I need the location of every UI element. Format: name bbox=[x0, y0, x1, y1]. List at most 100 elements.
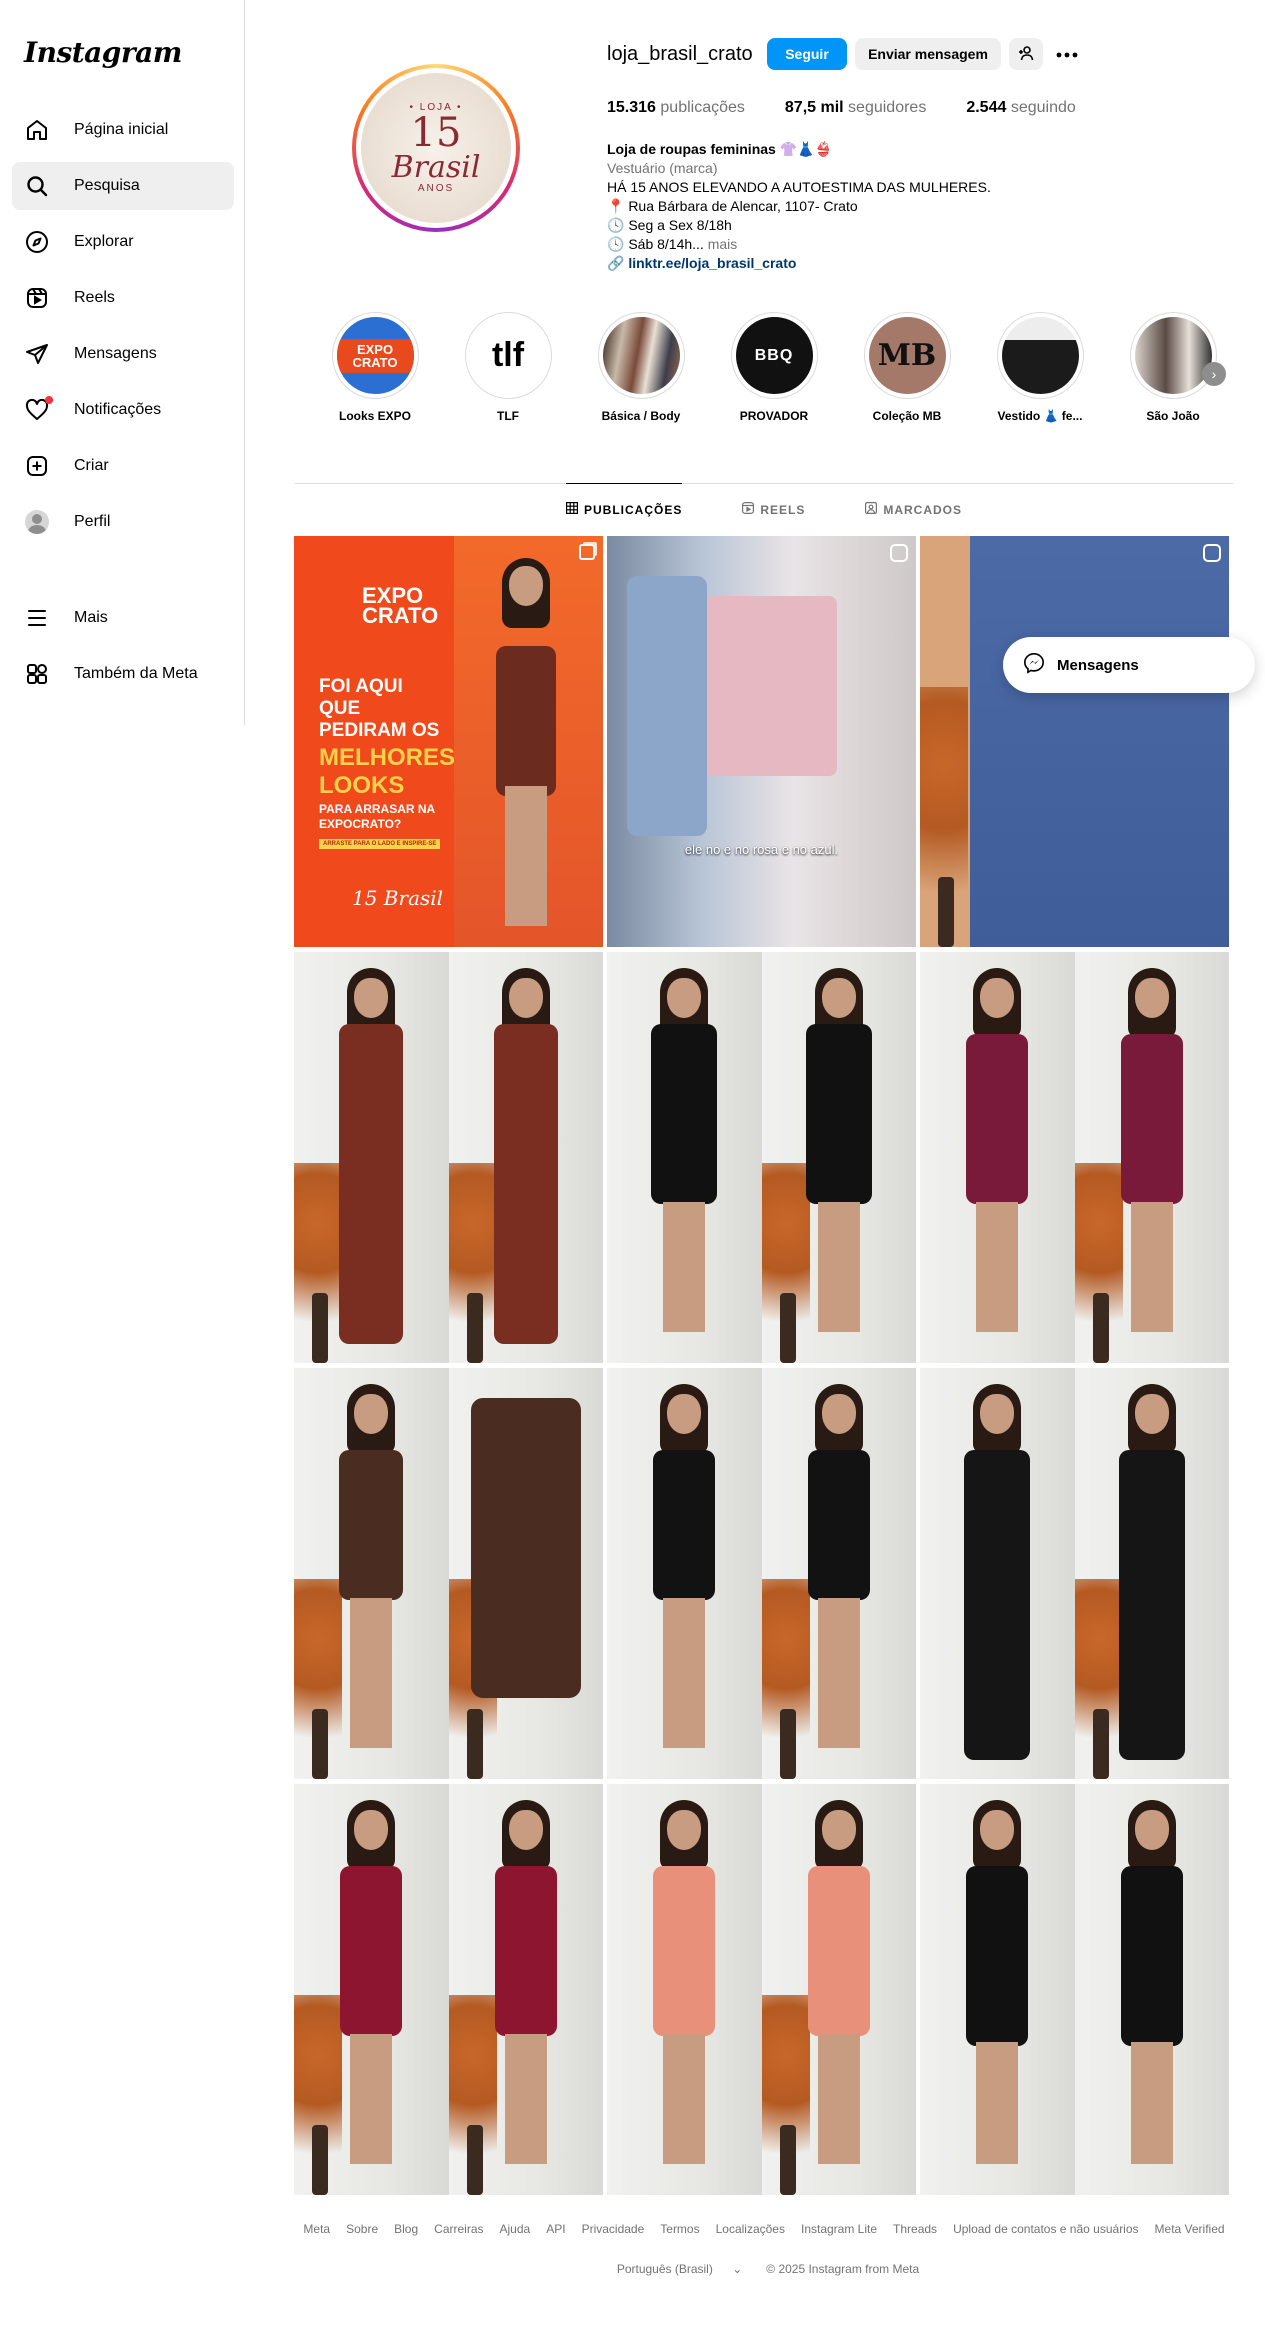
footer-link[interactable]: Instagram Lite bbox=[801, 2222, 877, 2236]
highlight-provador[interactable]: BBQ PROVADOR bbox=[729, 312, 819, 423]
sidebar-item-also-from-meta[interactable]: Também da Meta bbox=[12, 650, 234, 698]
more-horizontal-icon bbox=[1056, 45, 1078, 63]
post-tile[interactable] bbox=[920, 952, 1229, 1363]
bio-line: HÁ 15 ANOS ELEVANDO A AUTOESTIMA DAS MUL… bbox=[607, 179, 991, 195]
post-tile[interactable] bbox=[294, 1784, 603, 2195]
post-tile[interactable]: ele no e no rosa e no azul. bbox=[607, 536, 916, 947]
outfit bbox=[651, 1024, 718, 1204]
post-tile[interactable]: EXPO CRATO FOI AQUI QUE PEDIRAM OS MELHO… bbox=[294, 536, 603, 947]
compass-icon bbox=[24, 229, 50, 255]
sidebar-item-explore[interactable]: Explorar bbox=[12, 218, 234, 266]
highlight-label: São João bbox=[1146, 409, 1200, 423]
reel-icon bbox=[890, 544, 908, 562]
outfit bbox=[1118, 1450, 1185, 1760]
sidebar-item-label: Mensagens bbox=[74, 345, 157, 362]
outfit bbox=[807, 1866, 870, 2036]
messages-floating-button[interactable]: Mensagens bbox=[1003, 637, 1255, 693]
footer-link[interactable]: Sobre bbox=[346, 2222, 378, 2236]
post-tile[interactable] bbox=[607, 1368, 916, 1779]
bio-more-link[interactable]: mais bbox=[708, 236, 738, 252]
sidebar-item-home[interactable]: Página inicial bbox=[12, 106, 234, 154]
post-tile[interactable] bbox=[607, 1784, 916, 2195]
carousel-icon bbox=[579, 544, 595, 560]
highlight-looks-expo[interactable]: EXPO CRATO Looks EXPO bbox=[330, 312, 420, 423]
outfit bbox=[470, 1398, 581, 1698]
sidebar-item-more[interactable]: Mais bbox=[12, 594, 234, 642]
sidebar-item-profile[interactable]: Perfil bbox=[12, 498, 234, 546]
tab-posts[interactable]: PUBLICAÇÕES bbox=[565, 483, 683, 535]
grid-icon bbox=[565, 502, 578, 517]
highlight-basica-body[interactable]: Básica / Body bbox=[596, 312, 686, 423]
sidebar-item-label: Perfil bbox=[74, 513, 111, 530]
outfit bbox=[493, 1024, 558, 1344]
bio-link[interactable]: linktr.ee/loja_brasil_crato bbox=[628, 255, 796, 271]
sidebar-item-label: Pesquisa bbox=[74, 177, 140, 194]
language-select[interactable]: Português (Brasil) ⌄ bbox=[609, 2262, 750, 2276]
profile-picture[interactable]: • LOJA • 15 Brasil ANOS bbox=[352, 64, 520, 232]
post-tile[interactable] bbox=[294, 952, 603, 1363]
outfit bbox=[339, 1450, 404, 1600]
footer-link[interactable]: API bbox=[546, 2222, 565, 2236]
outfit bbox=[494, 1866, 557, 2036]
post-caption-overlay: ele no e no rosa e no azul. bbox=[684, 842, 839, 857]
search-icon bbox=[24, 173, 50, 199]
footer-link[interactable]: Termos bbox=[660, 2222, 699, 2236]
sidebar-item-create[interactable]: Criar bbox=[12, 442, 234, 490]
footer-link[interactable]: Blog bbox=[394, 2222, 418, 2236]
post-tile[interactable] bbox=[294, 1368, 603, 1779]
sidebar-item-notifications[interactable]: Notificações bbox=[12, 386, 234, 434]
highlight-vestido[interactable]: Vestido 👗 fe... bbox=[995, 312, 1085, 423]
footer-link[interactable]: Privacidade bbox=[582, 2222, 645, 2236]
more-options-button[interactable] bbox=[1053, 40, 1081, 68]
avatar bbox=[25, 510, 49, 534]
suggest-accounts-button[interactable] bbox=[1009, 38, 1043, 70]
post-tile[interactable] bbox=[920, 1784, 1229, 2195]
follow-button[interactable]: Seguir bbox=[767, 38, 847, 70]
profile-tabs: PUBLICAÇÕES REELS MARCADOS bbox=[295, 483, 1233, 535]
promo-banner: EXPO CRATO FOI AQUI QUE PEDIRAM OS MELHO… bbox=[294, 536, 455, 947]
highlight-label: Looks EXPO bbox=[338, 409, 412, 423]
highlight-cover bbox=[602, 317, 680, 394]
highlights-next-button[interactable]: › bbox=[1202, 362, 1226, 386]
sidebar-item-reels[interactable]: Reels bbox=[12, 274, 234, 322]
footer-link[interactable]: Meta Verified bbox=[1155, 2222, 1225, 2236]
sidebar-item-label: Reels bbox=[74, 289, 115, 306]
highlight-label: Coleção MB bbox=[872, 409, 942, 423]
pink-top bbox=[697, 596, 837, 776]
sidebar-item-label: Também da Meta bbox=[74, 665, 198, 682]
highlight-label: Vestido 👗 fe... bbox=[997, 409, 1083, 423]
plus-square-icon bbox=[24, 453, 50, 479]
bio-line: 🕓 Sáb 8/14h... mais bbox=[607, 236, 738, 252]
post-tile[interactable] bbox=[607, 952, 916, 1363]
highlight-colecao-mb[interactable]: MB Coleção MB bbox=[862, 312, 952, 423]
footer-link[interactable]: Threads bbox=[893, 2222, 937, 2236]
tab-reels[interactable]: REELS bbox=[742, 483, 805, 535]
outfit bbox=[964, 1450, 1031, 1760]
post-tile[interactable] bbox=[920, 536, 1229, 947]
sidebar-item-label: Notificações bbox=[74, 401, 162, 418]
blue-dress bbox=[970, 536, 1229, 947]
posts-count: 15.316 publicações bbox=[607, 99, 745, 116]
followers-count[interactable]: 87,5 mil seguidores bbox=[785, 99, 926, 117]
highlight-cover: EXPO CRATO bbox=[336, 317, 414, 394]
footer-link[interactable]: Carreiras bbox=[434, 2222, 483, 2236]
footer-link[interactable]: Localizações bbox=[716, 2222, 785, 2236]
highlight-label: PROVADOR bbox=[739, 409, 809, 423]
following-count[interactable]: 2.544 seguindo bbox=[966, 99, 1075, 117]
sidebar-item-search[interactable]: Pesquisa bbox=[12, 162, 234, 210]
post-tile[interactable] bbox=[920, 1368, 1229, 1779]
profile-username: loja_brasil_crato bbox=[607, 43, 753, 65]
chevron-down-icon: ⌄ bbox=[732, 2262, 743, 2276]
tab-tagged[interactable]: MARCADOS bbox=[865, 483, 962, 535]
reel-icon bbox=[1203, 544, 1221, 562]
outfit bbox=[805, 1024, 872, 1204]
footer-link[interactable]: Ajuda bbox=[500, 2222, 531, 2236]
sidebar: Instagram Página inicial Pesquisa Explor… bbox=[0, 0, 245, 725]
sidebar-item-messages[interactable]: Mensagens bbox=[12, 330, 234, 378]
bio-line: 🕓 Seg a Sex 8/18h bbox=[607, 217, 732, 233]
highlight-tlf[interactable]: tlf TLF bbox=[463, 312, 553, 423]
send-message-button[interactable]: Enviar mensagem bbox=[855, 38, 1001, 70]
footer-link[interactable]: Meta bbox=[303, 2222, 330, 2236]
footer-link[interactable]: Upload de contatos e não usuários bbox=[953, 2222, 1138, 2236]
instagram-logo[interactable]: Instagram bbox=[24, 36, 182, 69]
